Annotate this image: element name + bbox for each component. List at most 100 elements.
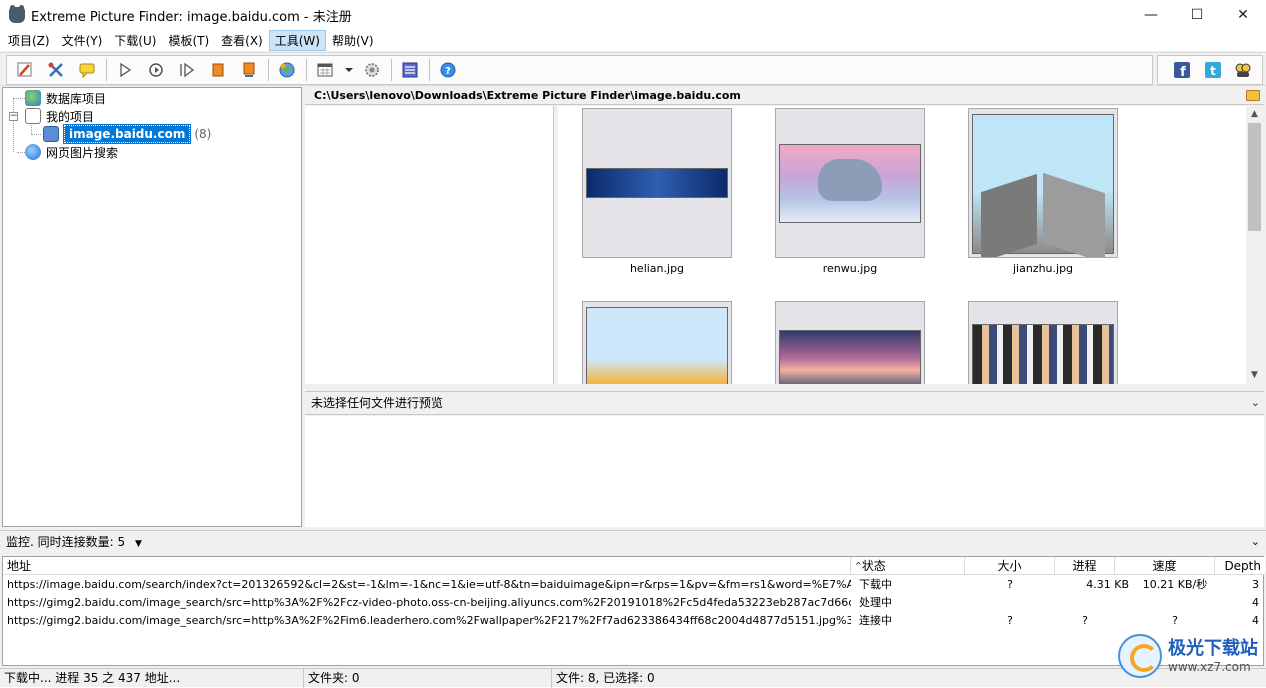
- menu-project[interactable]: 项目(Z): [2, 30, 56, 51]
- thumbnail-item[interactable]: helian.jpg: [582, 108, 732, 275]
- thumbnail-frame: [775, 108, 925, 258]
- column-header-url[interactable]: 地址: [3, 557, 851, 575]
- preview-message: 未选择任何文件进行预览: [311, 396, 444, 410]
- skip-icon[interactable]: [175, 58, 199, 82]
- scroll-up-icon[interactable]: ▲: [1246, 106, 1263, 123]
- status-files: 文件: 8, 已选择: 0: [556, 671, 655, 685]
- row-url: https://gimg2.baidu.com/image_search/src…: [7, 596, 851, 609]
- table-row[interactable]: https://image.baidu.com/search/index?ct=…: [3, 576, 1265, 594]
- chevron-down-icon[interactable]: [344, 58, 354, 82]
- help-icon[interactable]: ?: [436, 58, 460, 82]
- thumbnail-building: [981, 173, 1037, 257]
- search-icon: [25, 144, 41, 160]
- twitter-icon[interactable]: t: [1201, 58, 1225, 82]
- play-icon[interactable]: [113, 58, 137, 82]
- calendar-icon[interactable]: [313, 58, 337, 82]
- svg-text:t: t: [1210, 64, 1216, 78]
- scroll-thumb[interactable]: [1248, 123, 1261, 231]
- maximize-button[interactable]: ☐: [1174, 0, 1220, 30]
- row-status: 下载中: [859, 578, 892, 591]
- status-progress: 下载中... 进程 35 之 437 地址...: [0, 669, 304, 688]
- toolbar-separator: [391, 59, 392, 81]
- toolbar-separator: [106, 59, 107, 81]
- close-button[interactable]: ✕: [1220, 0, 1266, 30]
- column-header-speed[interactable]: 速度: [1115, 557, 1215, 575]
- svg-text:f: f: [1180, 65, 1186, 79]
- menu-tools[interactable]: 工具(W): [268, 30, 326, 51]
- thumbnail-image: [779, 144, 921, 223]
- row-url: https://gimg2.baidu.com/image_search/src…: [7, 614, 851, 627]
- edit-icon[interactable]: [13, 58, 37, 82]
- watermark-name: 极光下载站: [1168, 638, 1258, 659]
- tree-line: [31, 134, 41, 135]
- watermark-logo-icon: [1118, 634, 1162, 678]
- tree-item-web-search-label: 网页图片搜索: [46, 145, 119, 160]
- tree-item-database[interactable]: 数据库项目: [25, 89, 106, 107]
- thumbnail-image: [586, 168, 728, 198]
- facebook-icon[interactable]: f: [1170, 58, 1194, 82]
- thumbnail-image: [972, 114, 1114, 257]
- thumbnail-item[interactable]: [775, 301, 925, 384]
- table-row[interactable]: https://gimg2.baidu.com/image_search/src…: [3, 612, 1265, 630]
- row-speed: ?: [1172, 614, 1178, 627]
- row-depth: 3: [1252, 578, 1259, 591]
- watermark-url: www.xz7.com: [1168, 660, 1251, 674]
- column-header-progress[interactable]: 进程: [1055, 557, 1115, 575]
- tools-icon[interactable]: [44, 58, 68, 82]
- tree-item-my-projects[interactable]: 我的项目: [25, 107, 94, 125]
- row-status: 连接中: [859, 614, 892, 627]
- column-header-status-label: 状态: [861, 559, 886, 573]
- dropdown-arrow-icon[interactable]: ▼: [135, 539, 142, 549]
- minimize-button[interactable]: —: [1128, 0, 1174, 30]
- stop-all-icon[interactable]: [237, 58, 261, 82]
- toolbar-separator: [306, 59, 307, 81]
- main-toolbar-group: ?: [6, 55, 1153, 85]
- thumbnail-label: helian.jpg: [629, 262, 685, 275]
- column-header-depth[interactable]: Depth: [1215, 557, 1265, 575]
- thumbnail-scrollbar[interactable]: ▲ ▼: [1246, 106, 1263, 384]
- tree-item-project[interactable]: image.baidu.com (8): [43, 124, 211, 144]
- column-header-size[interactable]: 大小: [965, 557, 1055, 575]
- row-progress: ?: [1082, 614, 1088, 627]
- thumbnail-image: [972, 324, 1114, 384]
- row-speed: 10.21 KB/秒: [1142, 578, 1208, 591]
- social-toolbar-group: f t: [1157, 55, 1263, 85]
- thumbnail-grid: helian.jpg renwu.jpg jianzhu.jpg: [558, 106, 1246, 384]
- menu-bar: 项目(Z) 文件(Y) 下载(U) 模板(T) 查看(X) 工具(W) 帮助(V…: [0, 30, 1266, 51]
- folder-list[interactable]: [305, 106, 554, 384]
- scroll-down-icon[interactable]: ▼: [1246, 367, 1263, 384]
- grid-icon[interactable]: [398, 58, 422, 82]
- tree-item-my-projects-label: 我的项目: [46, 109, 95, 124]
- chevron-down-icon[interactable]: ⌄: [1251, 392, 1260, 414]
- thumbnail-item[interactable]: renwu.jpg: [775, 108, 925, 275]
- open-folder-icon[interactable]: [1246, 90, 1260, 101]
- folder-path-bar: C:\Users\lenovo\Downloads\Extreme Pictur…: [305, 87, 1264, 105]
- comment-icon[interactable]: [75, 58, 99, 82]
- thumbnail-item[interactable]: jianzhu.jpg: [968, 108, 1118, 275]
- monitor-bar[interactable]: 监控. 同时连接数量: 5 ▼ ⌄: [0, 530, 1266, 554]
- window-title: Extreme Picture Finder: image.baidu.com …: [31, 9, 352, 25]
- tree-collapse-toggle[interactable]: −: [9, 112, 18, 121]
- thumbnail-frame: [775, 301, 925, 384]
- menu-file[interactable]: 文件(Y): [56, 30, 109, 51]
- thumbnail-item[interactable]: [582, 301, 732, 384]
- globe-icon[interactable]: [275, 58, 299, 82]
- community-icon[interactable]: [1231, 58, 1255, 82]
- thumbnail-image: [586, 307, 728, 384]
- preview-header[interactable]: 未选择任何文件进行预览 ⌄: [305, 391, 1264, 415]
- refresh-icon[interactable]: [144, 58, 168, 82]
- toolbar-separator: [429, 59, 430, 81]
- stop-icon[interactable]: [206, 58, 230, 82]
- menu-download[interactable]: 下载(U): [108, 30, 162, 51]
- menu-view[interactable]: 查看(X): [215, 30, 269, 51]
- settings-icon[interactable]: [360, 58, 384, 82]
- svg-text:?: ?: [445, 66, 451, 77]
- column-header-status[interactable]: ^状态: [851, 557, 965, 575]
- tree-item-web-search[interactable]: 网页图片搜索: [25, 143, 118, 161]
- thumbnail-item[interactable]: [968, 301, 1118, 384]
- chevron-down-icon[interactable]: ⌄: [1251, 531, 1260, 553]
- menu-template[interactable]: 模板(T): [162, 30, 215, 51]
- table-row[interactable]: https://gimg2.baidu.com/image_search/src…: [3, 594, 1265, 612]
- status-folders: 文件夹: 0: [304, 669, 552, 688]
- menu-help[interactable]: 帮助(V): [326, 30, 380, 51]
